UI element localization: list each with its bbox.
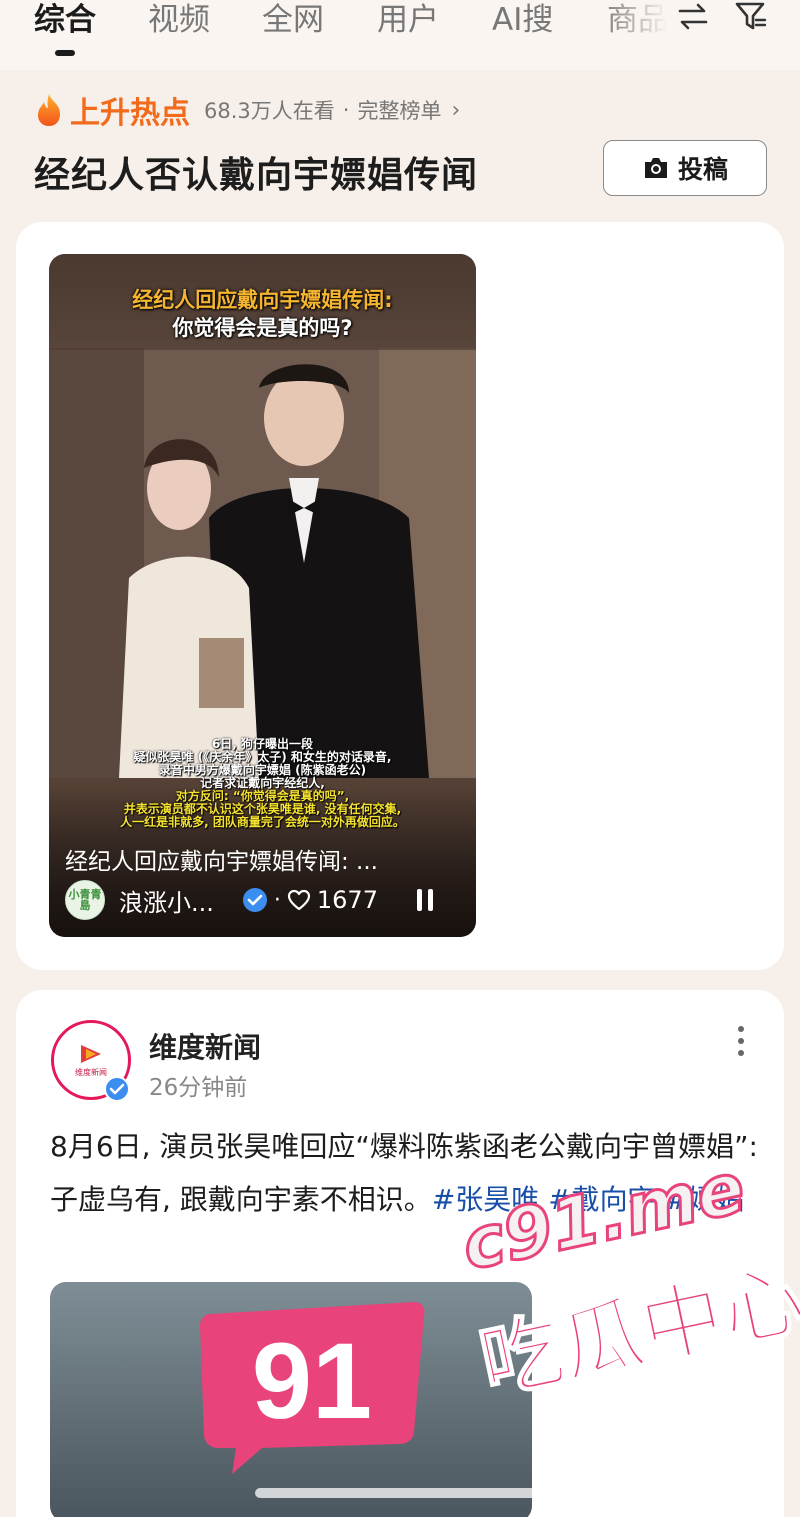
verified-badge-icon — [242, 888, 267, 912]
fire-icon — [38, 94, 60, 126]
full-list-link[interactable]: 完整榜单 — [357, 95, 441, 125]
video-caption[interactable]: 经纪人回应戴向宇嫖娼传闻: ... — [65, 842, 465, 876]
trend-label: 上升热点 — [70, 96, 190, 131]
news-logo-text: 维度新闻 — [75, 1067, 107, 1077]
trend-header[interactable]: 上升热点 68.3万人在看 · 完整榜单 › — [34, 90, 461, 131]
tab-ai-search[interactable]: AI搜 — [492, 0, 553, 39]
more-options-icon[interactable] — [734, 1024, 748, 1058]
separator-dot: · — [273, 887, 281, 913]
video-frame-image — [49, 348, 476, 778]
camera-icon — [644, 158, 667, 178]
home-indicator — [255, 1488, 545, 1498]
watermark-badge: 91 — [200, 1302, 425, 1474]
video-card: 经纪人回应戴向宇嫖娼传闻: 你觉得会是真的吗? 6日, 狗仔曝出一段 疑似张昊唯… — [16, 222, 784, 970]
pause-icon[interactable] — [414, 887, 436, 913]
post-timestamp: 26分钟前 — [149, 1075, 248, 1101]
submit-label: 投稿 — [677, 155, 728, 184]
play-logo-icon — [81, 1044, 101, 1063]
video-subheadline: 你觉得会是真的吗? — [172, 316, 353, 340]
video-meta-row: 小青青島 浪涨小... · 1677 — [65, 878, 465, 922]
like-count: 1677 — [316, 886, 378, 914]
video-subtitle-line: 人一红是非就多, 团队商量完了会统一对外再做回应。 — [120, 815, 405, 829]
active-tab-indicator — [55, 50, 75, 56]
separator-dot: · — [342, 98, 350, 122]
news-source-name[interactable]: 维度新闻 — [149, 1026, 261, 1066]
video-thumbnail[interactable]: 经纪人回应戴向宇嫖娼传闻: 你觉得会是真的吗? 6日, 狗仔曝出一段 疑似张昊唯… — [49, 254, 476, 937]
heart-icon[interactable] — [287, 889, 311, 911]
tab-whole-web[interactable]: 全网 — [262, 0, 324, 39]
verified-badge-icon — [104, 1076, 130, 1102]
filter-icon[interactable] — [734, 0, 768, 34]
video-headline: 经纪人回应戴向宇嫖娼传闻: — [132, 288, 393, 312]
watermark-number: 91 — [252, 1320, 372, 1441]
tab-users[interactable]: 用户 — [377, 0, 439, 39]
chevron-right-icon: › — [451, 97, 461, 123]
viewer-count: 68.3万人在看 — [204, 99, 335, 123]
author-name[interactable]: 浪涨小... — [119, 883, 214, 918]
topic-title: 经纪人否认戴向宇嫖娼传闻 — [34, 155, 479, 196]
author-avatar[interactable]: 小青青島 — [65, 880, 105, 920]
swap-icon[interactable] — [676, 0, 710, 34]
search-tab-bar: 综合 视频 全网 用户 AI搜 商品 — [0, 0, 800, 70]
tab-comprehensive[interactable]: 综合 — [34, 0, 96, 39]
tab-video[interactable]: 视频 — [148, 0, 210, 39]
submit-post-button[interactable]: 投稿 — [603, 140, 767, 196]
